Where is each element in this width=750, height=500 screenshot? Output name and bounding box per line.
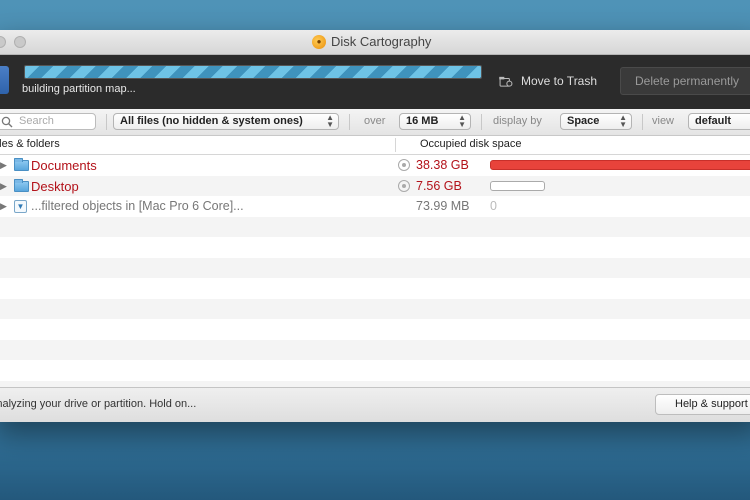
status-bar: Analyzing your drive or partition. Hold …: [0, 387, 750, 422]
magnifier-icon: ●: [312, 34, 326, 49]
window-title-group: ● Disk Cartography: [312, 34, 431, 49]
filter-bar: Search All files (no hidden & system one…: [0, 109, 750, 136]
empty-row: [0, 257, 750, 278]
empty-row: [0, 216, 750, 237]
updown-arrows-icon: ▲ ▼: [326, 113, 334, 129]
move-to-trash-button[interactable]: Move to Trash: [499, 74, 597, 88]
item-name: Desktop: [31, 178, 79, 194]
filter-icon: ▼: [14, 200, 27, 213]
empty-row: [0, 339, 750, 360]
size-bar: [490, 160, 750, 170]
display-by-select[interactable]: Space ▲ ▼: [560, 113, 632, 130]
divider: [106, 114, 107, 130]
zoom-button[interactable]: [14, 36, 26, 48]
help-support-button[interactable]: Help & support: [655, 394, 750, 415]
window-title: Disk Cartography: [331, 34, 432, 49]
status-message: Analyzing your drive or partition. Hold …: [0, 398, 197, 410]
min-size-value: 16 MB: [406, 115, 439, 127]
trash-icon: [499, 76, 513, 87]
file-filter-value: All files (no hidden & system ones): [120, 115, 303, 127]
updown-arrows-icon: ▲ ▼: [458, 113, 466, 129]
column-divider: [395, 138, 396, 152]
table-row[interactable]: ▶ ▼ ...filtered objects in [Mac Pro 6 Co…: [0, 196, 750, 217]
search-icon: [1, 116, 13, 128]
move-to-trash-label: Move to Trash: [521, 74, 598, 88]
item-share: 0: [490, 199, 497, 213]
disclosure-triangle-icon[interactable]: ▶: [0, 160, 7, 171]
file-list: ▶ Documents 38.38 GB ▶ Desktop 7.56 GB ▶…: [0, 155, 750, 401]
disclosure-triangle-icon[interactable]: ▶: [0, 201, 7, 212]
divider: [642, 114, 643, 130]
reveal-icon[interactable]: [398, 179, 410, 192]
folder-icon: [14, 158, 29, 171]
item-size: 38.38 GB: [416, 158, 469, 172]
desktop-background: [0, 420, 750, 500]
files-column-header[interactable]: Files & folders: [0, 138, 60, 150]
view-select[interactable]: default ▲▼: [688, 113, 750, 130]
toolbar: building partition map... Move to Trash …: [0, 55, 750, 109]
min-size-select[interactable]: 16 MB ▲ ▼: [399, 113, 471, 130]
reveal-icon[interactable]: [398, 159, 410, 171]
disclosure-triangle-icon[interactable]: ▶: [0, 181, 7, 192]
item-size: 73.99 MB: [416, 199, 470, 213]
minimize-button[interactable]: [0, 36, 6, 48]
table-row[interactable]: ▶ Desktop 7.56 GB: [0, 175, 750, 196]
app-window: ● Disk Cartography building partition ma…: [0, 30, 750, 422]
folder-icon: [14, 178, 29, 192]
title-bar: ● Disk Cartography: [0, 30, 750, 55]
search-input[interactable]: Search: [19, 115, 54, 127]
updown-arrows-icon: ▲ ▼: [619, 113, 627, 129]
divider: [349, 114, 350, 130]
empty-row: [0, 278, 750, 299]
empty-row: [0, 319, 750, 340]
scan-button[interactable]: [0, 66, 9, 94]
over-label: over: [364, 115, 386, 127]
empty-row: [0, 237, 750, 258]
space-column-header[interactable]: Occupied disk space: [420, 138, 522, 150]
item-size: 7.56 GB: [416, 178, 462, 193]
progress-fill: [25, 66, 481, 78]
search-field[interactable]: Search: [0, 113, 96, 130]
empty-row: [0, 360, 750, 381]
item-name: ...filtered objects in [Mac Pro 6 Core].…: [31, 199, 244, 213]
column-header: Files & folders Occupied disk space: [0, 136, 750, 155]
display-by-value: Space: [567, 115, 600, 127]
view-label: view: [652, 115, 675, 127]
size-bar: [490, 180, 545, 191]
scan-status: building partition map...: [22, 83, 136, 95]
item-name: Documents: [31, 158, 97, 173]
file-filter-select[interactable]: All files (no hidden & system ones) ▲ ▼: [113, 113, 339, 130]
view-value: default: [695, 115, 732, 127]
divider: [481, 114, 482, 130]
progress-bar: [24, 65, 482, 79]
delete-permanently-button[interactable]: Delete permanently: [620, 67, 750, 95]
display-by-label: display by: [493, 115, 542, 127]
empty-row: [0, 298, 750, 319]
table-row[interactable]: ▶ Documents 38.38 GB: [0, 155, 750, 176]
